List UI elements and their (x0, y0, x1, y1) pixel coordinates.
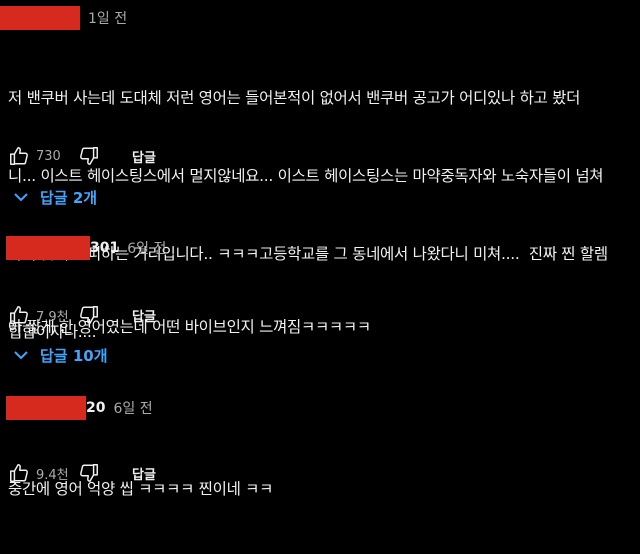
comment-header: 301 6일 전 (6, 236, 166, 260)
comment-header: 20 6일 전 (6, 396, 153, 420)
like-count: 7.9천 (36, 309, 69, 325)
like-count: 9.4천 (36, 467, 69, 483)
redacted-author-name[interactable] (6, 236, 90, 260)
thumbs-down-icon[interactable] (76, 460, 102, 486)
comment-header: 1일 전 (0, 6, 127, 30)
chevron-down-icon (14, 351, 28, 360)
reply-button[interactable]: 답글 (132, 464, 156, 483)
comment-timestamp[interactable]: 6일 전 (113, 398, 152, 418)
thumbs-up-icon[interactable] (6, 143, 32, 169)
view-replies-label[interactable]: 답글 10개 (40, 345, 108, 366)
view-replies-button[interactable]: 답글 10개 (14, 342, 108, 368)
comment-text: 중간에 영어 억양 씹 ㅋㅋㅋㅋ 찐이네 ㅋㅋ (8, 424, 632, 554)
view-replies-button[interactable]: 답글 2개 (14, 184, 97, 210)
comment-text-line: 저 밴쿠버 사는데 도대체 저런 영어는 들어본적이 없어서 밴쿠버 공고가 어… (8, 89, 581, 107)
comment-timestamp[interactable]: 1일 전 (88, 8, 127, 28)
comment-actions: 9.4천 답글 (6, 460, 156, 486)
author-name[interactable]: 301 (90, 240, 119, 256)
reply-button[interactable]: 답글 (132, 306, 156, 325)
redacted-author-name[interactable] (0, 6, 80, 30)
like-count: 730 (36, 148, 61, 164)
thumbs-down-icon[interactable] (76, 143, 102, 169)
reply-button[interactable]: 답글 (132, 147, 156, 166)
comment-actions: 730 답글 (6, 143, 156, 169)
comment-timestamp[interactable]: 6일 전 (127, 238, 166, 258)
comment-actions: 7.9천 답글 (6, 302, 156, 328)
thumbs-up-icon[interactable] (6, 302, 32, 328)
redacted-author-name[interactable] (6, 396, 86, 420)
thumbs-down-icon[interactable] (76, 302, 102, 328)
author-name[interactable]: 20 (86, 400, 105, 416)
thumbs-up-icon[interactable] (6, 460, 32, 486)
chevron-down-icon (14, 193, 28, 202)
view-replies-label[interactable]: 답글 2개 (40, 187, 97, 208)
